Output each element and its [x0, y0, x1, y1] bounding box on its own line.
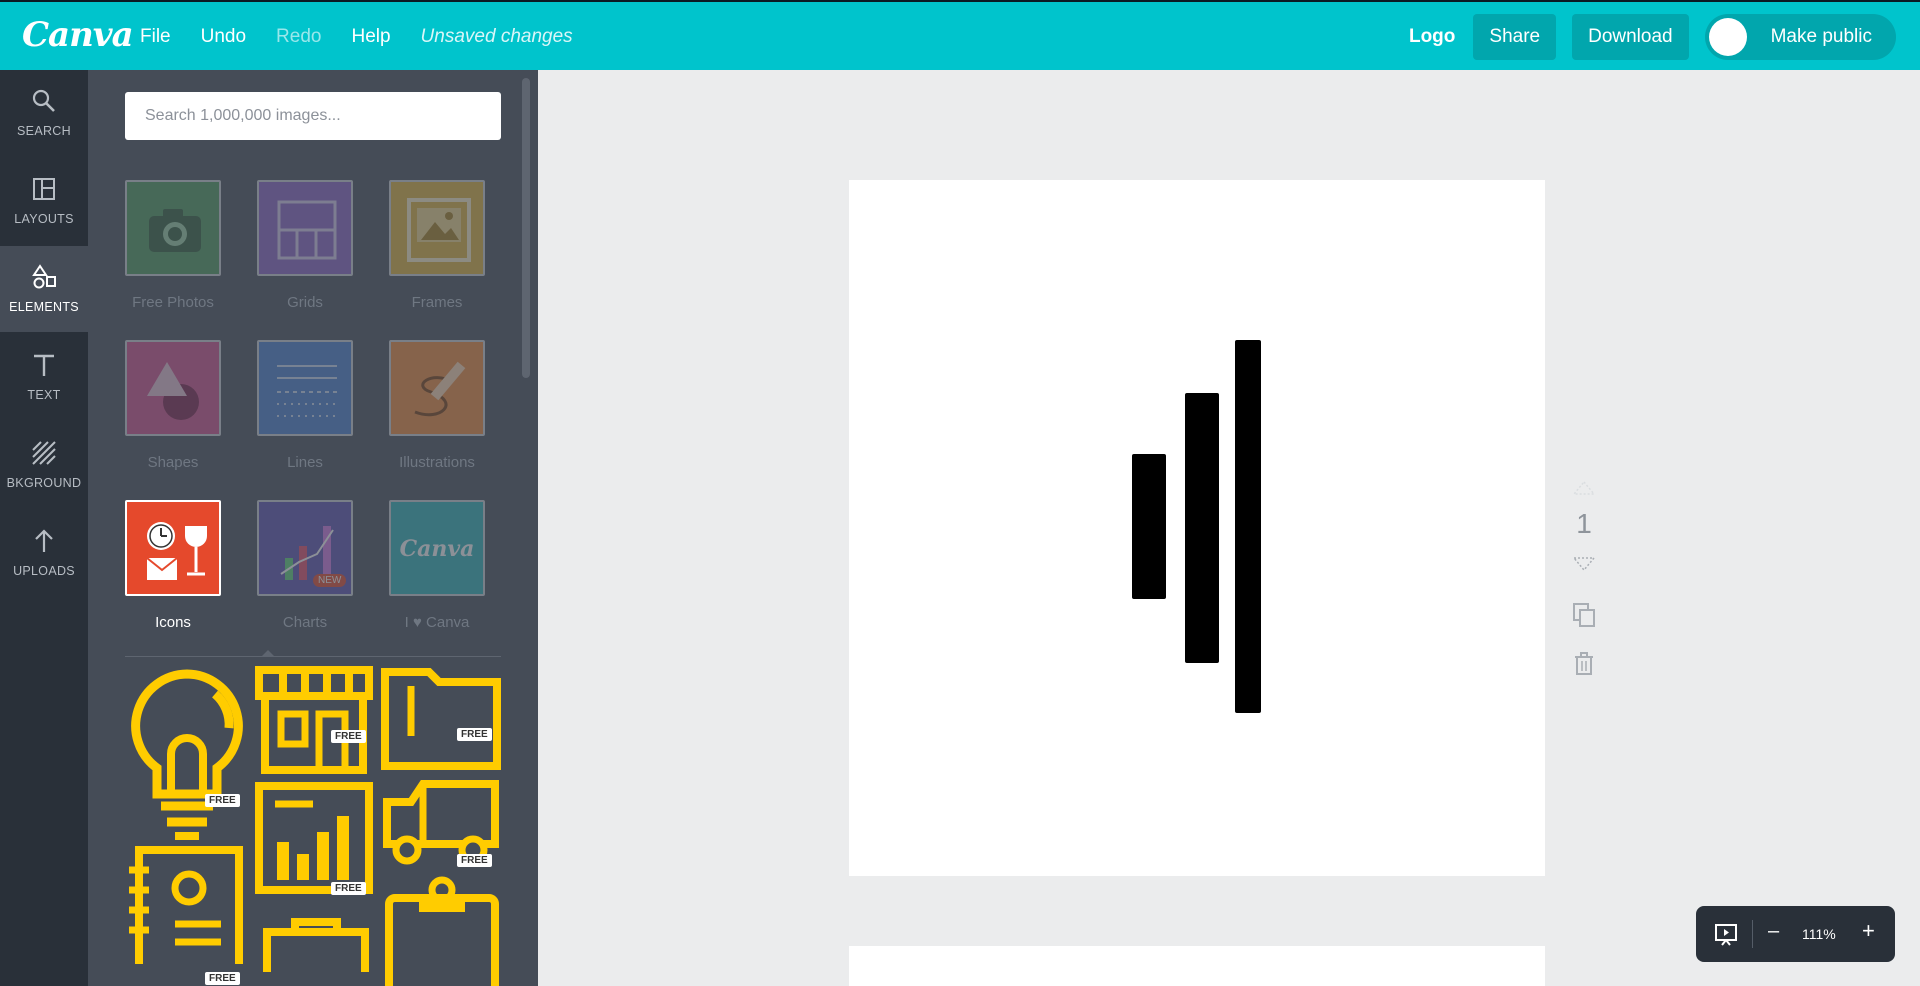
- shapes-icon: [147, 362, 199, 420]
- category-charts[interactable]: NEW: [257, 500, 353, 596]
- grid-icon: [277, 200, 337, 260]
- undo-button[interactable]: Undo: [201, 26, 246, 48]
- free-badge: FREE: [331, 882, 366, 895]
- selection-caret: [262, 650, 274, 656]
- rail-label-uploads: UPLOADS: [13, 564, 75, 578]
- lightbulb-icon[interactable]: [125, 666, 249, 844]
- lines-icon: [277, 365, 337, 417]
- rail-item-text[interactable]: TEXT: [0, 334, 88, 420]
- rail-label-elements: ELEMENTS: [9, 300, 79, 314]
- free-badge: FREE: [457, 728, 492, 741]
- category-icons[interactable]: [125, 500, 221, 596]
- category-frames[interactable]: [389, 180, 485, 276]
- make-public-label: Make public: [1770, 26, 1872, 47]
- move-page-up-icon[interactable]: [1572, 480, 1596, 496]
- icons-category-icon: [146, 522, 207, 580]
- share-button[interactable]: Share: [1473, 14, 1557, 60]
- rail-label-text: TEXT: [27, 388, 61, 402]
- save-status: Unsaved changes: [420, 26, 573, 47]
- panel-scrollbar[interactable]: [522, 78, 530, 378]
- category-label: Free Photos: [132, 294, 214, 311]
- rail-label-layouts: LAYOUTS: [14, 212, 74, 226]
- notebook-icon[interactable]: [125, 844, 249, 964]
- rail-item-background[interactable]: BKGROUND: [0, 422, 88, 508]
- logo-button[interactable]: Logo: [1409, 26, 1455, 48]
- main-menu: File Undo Redo Help Unsaved changes: [140, 2, 603, 72]
- background-icon: [32, 441, 56, 465]
- category-label: Icons: [155, 614, 191, 631]
- design-page[interactable]: [849, 180, 1545, 876]
- top-bar: Canva File Undo Redo Help Unsaved change…: [0, 0, 1920, 70]
- rail-label-background: BKGROUND: [6, 476, 82, 490]
- category-label: I ♥ Canva: [404, 614, 470, 631]
- toggle-knob: [1708, 18, 1747, 56]
- new-badge: NEW: [313, 574, 347, 587]
- frame-picture-icon: [407, 198, 471, 262]
- storefront-icon[interactable]: [253, 666, 375, 776]
- camera-icon: [149, 209, 201, 252]
- clipboard-icon[interactable]: [379, 876, 505, 986]
- category-lines[interactable]: [257, 340, 353, 436]
- icon-results: FREE FREE FREE FREE FREE FREE: [125, 666, 505, 986]
- pencil-icon: [414, 361, 466, 417]
- bar-chart-icon[interactable]: [253, 780, 375, 896]
- delivery-truck-icon[interactable]: [379, 774, 505, 866]
- rail-label-search: SEARCH: [17, 124, 71, 138]
- upload-arrow-icon: [35, 529, 53, 552]
- category-label: Shapes: [147, 454, 199, 471]
- make-public-toggle[interactable]: Make public: [1704, 14, 1896, 60]
- free-badge: FREE: [457, 854, 492, 867]
- rail-item-layouts[interactable]: LAYOUTS: [0, 158, 88, 244]
- search-icon: [32, 89, 55, 112]
- zoom-control: – 111% +: [1696, 906, 1895, 962]
- zoom-level: 111%: [1802, 926, 1836, 942]
- trash-icon[interactable]: [1574, 652, 1594, 676]
- category-label: Charts: [282, 614, 328, 631]
- elements-panel: Search 1,000,000 images... Free Photos G…: [88, 70, 538, 986]
- free-badge: FREE: [205, 972, 240, 985]
- rail-item-uploads[interactable]: UPLOADS: [0, 510, 88, 596]
- category-grids[interactable]: [257, 180, 353, 276]
- file-menu[interactable]: File: [140, 26, 171, 48]
- signal-bars-graphic[interactable]: [849, 180, 1545, 876]
- help-menu[interactable]: Help: [351, 26, 390, 48]
- category-label: Lines: [287, 454, 323, 471]
- redo-button[interactable]: Redo: [276, 26, 321, 48]
- download-button[interactable]: Download: [1572, 14, 1689, 60]
- present-icon[interactable]: [1714, 922, 1738, 946]
- category-illustrations[interactable]: [389, 340, 485, 436]
- category-free-photos[interactable]: [125, 180, 221, 276]
- rail-item-elements[interactable]: ELEMENTS: [0, 246, 88, 332]
- folder-icon[interactable]: [379, 666, 505, 774]
- category-i-love-canva[interactable]: Canva: [389, 500, 485, 596]
- category-label: Grids: [287, 294, 323, 311]
- canva-wordmark: Canva: [399, 536, 475, 562]
- left-rail: SEARCH LAYOUTS ELEMENTS TEXT BKGROUND UP…: [0, 70, 88, 986]
- category-shapes[interactable]: [125, 340, 221, 436]
- zoom-separator: [1752, 920, 1753, 948]
- next-page[interactable]: [849, 946, 1545, 986]
- top-bar-actions: Logo Share Download Make public: [1409, 2, 1896, 72]
- canva-logo[interactable]: Canva: [22, 15, 134, 55]
- page-number: 1: [1576, 508, 1592, 539]
- category-label: Frames: [411, 294, 463, 311]
- move-page-down-icon[interactable]: [1572, 556, 1596, 572]
- briefcase-icon[interactable]: [261, 912, 371, 972]
- image-search-input[interactable]: Search 1,000,000 images...: [125, 92, 501, 140]
- zoom-in-button[interactable]: +: [1862, 918, 1875, 944]
- elements-icon: [32, 264, 56, 289]
- layouts-icon: [33, 178, 55, 200]
- category-label: Illustrations: [399, 454, 475, 471]
- zoom-out-button[interactable]: –: [1768, 920, 1779, 943]
- free-badge: FREE: [331, 730, 366, 743]
- panel-divider: [125, 656, 501, 657]
- free-badge: FREE: [205, 794, 240, 807]
- duplicate-page-icon[interactable]: [1572, 602, 1596, 628]
- text-icon: [34, 354, 54, 376]
- rail-item-search[interactable]: SEARCH: [0, 70, 88, 156]
